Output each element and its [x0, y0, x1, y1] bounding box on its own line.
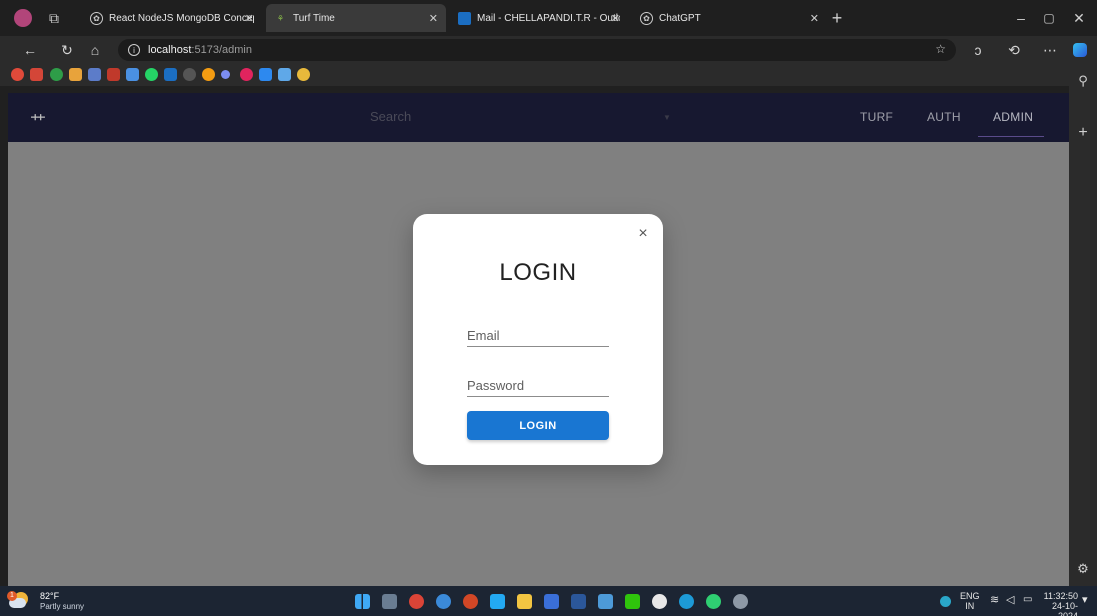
- restore-icon[interactable]: ▢: [1040, 9, 1058, 27]
- gemini-icon[interactable]: [221, 70, 230, 79]
- search-input[interactable]: Search: [370, 109, 411, 124]
- address-input[interactable]: i localhost :5173/admin ☆: [118, 39, 956, 61]
- weather-widget-icon[interactable]: 1: [7, 591, 28, 609]
- task-view-icon[interactable]: [382, 594, 397, 609]
- minimize-icon[interactable]: –: [1012, 9, 1030, 27]
- openai-icon: ✿: [640, 11, 653, 25]
- whatsapp-icon[interactable]: [145, 68, 158, 81]
- favorite-star-icon[interactable]: ☆: [935, 42, 946, 56]
- dreamweaver-icon[interactable]: [625, 594, 640, 609]
- clock[interactable]: 11:32:50 24-10-2024: [1040, 591, 1078, 616]
- nav-auth[interactable]: AUTH: [927, 110, 961, 124]
- site-info-icon[interactable]: i: [128, 44, 140, 56]
- notification-badge: 1: [7, 591, 17, 601]
- refresh-icon[interactable]: ↻: [57, 40, 77, 60]
- close-tab-icon[interactable]: ✕: [810, 12, 819, 25]
- bookmark-icon[interactable]: [88, 68, 101, 81]
- bookmark-icon[interactable]: [259, 68, 272, 81]
- outlook-icon: [458, 11, 471, 25]
- tab-react-nodejs[interactable]: ✿ React NodeJS MongoDB Concept ✕: [82, 4, 262, 32]
- google-icon[interactable]: [11, 68, 24, 81]
- url-path: :5173/admin: [191, 44, 252, 56]
- github-icon[interactable]: [652, 594, 667, 609]
- battery-icon[interactable]: ▭: [1023, 595, 1032, 605]
- add-sidebar-app-icon[interactable]: +: [1076, 124, 1090, 141]
- store-icon[interactable]: [544, 594, 559, 609]
- toi-icon[interactable]: [107, 68, 120, 81]
- dropdown-caret-icon[interactable]: ▼: [663, 113, 671, 122]
- browser-tab-strip: ⧉ ✿ React NodeJS MongoDB Concept ✕ ⚘ Tur…: [0, 0, 1097, 36]
- dialog-title: LOGIN: [499, 259, 577, 286]
- photos-icon[interactable]: [598, 594, 613, 609]
- gmail-icon[interactable]: [30, 68, 43, 81]
- language-indicator[interactable]: ENG IN: [960, 591, 980, 611]
- windows-start-icon[interactable]: [355, 594, 370, 609]
- powerpoint-icon[interactable]: [463, 594, 478, 609]
- bookmark-icon[interactable]: [202, 68, 215, 81]
- wifi-icon[interactable]: ≋: [990, 595, 999, 606]
- infinity-icon[interactable]: [297, 68, 310, 81]
- active-nav-indicator: [978, 136, 1044, 137]
- copilot-app-icon[interactable]: [436, 594, 451, 609]
- url-host: localhost: [148, 44, 192, 56]
- chat-icon[interactable]: [278, 68, 291, 81]
- app-navbar: ⺾ Search ▼ TURF AUTH ADMIN: [8, 93, 1069, 142]
- volume-icon[interactable]: ◁: [1006, 595, 1014, 606]
- settings-gear-icon[interactable]: ⚙: [1076, 561, 1090, 576]
- email-field[interactable]: [467, 325, 609, 347]
- close-tab-icon[interactable]: ✕: [611, 12, 620, 25]
- notifications-icon[interactable]: ▾: [1082, 595, 1088, 606]
- tab-chatgpt[interactable]: ✿ ChatGPT ✕: [632, 4, 827, 32]
- turf-favicon: ⚘: [276, 13, 285, 23]
- login-button[interactable]: LOGIN: [467, 411, 609, 440]
- new-tab-icon[interactable]: +: [828, 8, 846, 28]
- tab-turf-time[interactable]: ⚘ Turf Time ✕: [266, 4, 446, 32]
- edge-sidebar: ⚲ + ⚙: [1069, 73, 1097, 586]
- weather-temperature: 82°F: [40, 591, 60, 601]
- password-field[interactable]: [467, 375, 609, 397]
- vscode-icon[interactable]: [490, 594, 505, 609]
- heart-icon[interactable]: [240, 68, 253, 81]
- close-tab-icon[interactable]: ✕: [429, 12, 438, 25]
- favorites-bar: [0, 64, 1097, 86]
- word-icon[interactable]: [571, 594, 586, 609]
- nav-admin[interactable]: ADMIN: [993, 110, 1033, 124]
- settings-icon[interactable]: [733, 594, 748, 609]
- copilot-sidebar-icon[interactable]: ↄ: [968, 40, 988, 60]
- close-icon[interactable]: ×: [635, 226, 651, 242]
- bookmark-icon[interactable]: [50, 68, 63, 81]
- history-icon[interactable]: ⟲: [1004, 40, 1024, 60]
- login-dialog: × LOGIN LOGIN: [413, 214, 663, 465]
- tab-actions-icon[interactable]: ⧉: [45, 9, 63, 27]
- bookmark-icon[interactable]: [69, 68, 82, 81]
- home-icon[interactable]: ⌂: [85, 40, 105, 60]
- whatsapp-icon[interactable]: [706, 594, 721, 609]
- file-explorer-icon[interactable]: [517, 594, 532, 609]
- logo-icon[interactable]: ⺾: [30, 108, 46, 132]
- copilot-icon[interactable]: [1070, 40, 1090, 60]
- nav-turf[interactable]: TURF: [860, 110, 893, 124]
- network-tray-icon[interactable]: [940, 596, 951, 607]
- edge-icon[interactable]: [679, 594, 694, 609]
- openai-icon: ✿: [90, 11, 103, 25]
- weather-description: Partly sunny: [40, 602, 85, 611]
- window-close-icon[interactable]: ✕: [1070, 9, 1088, 27]
- back-icon[interactable]: ←: [20, 40, 40, 60]
- page-viewport: ⺾ Search ▼ TURF AUTH ADMIN × LOGIN LOGIN: [8, 93, 1069, 586]
- outlook-icon[interactable]: [164, 68, 177, 81]
- bookmark-icon[interactable]: [126, 68, 139, 81]
- profile-avatar-icon[interactable]: [14, 9, 32, 27]
- search-icon[interactable]: ⚲: [1076, 73, 1090, 88]
- bookmark-icon[interactable]: [183, 68, 196, 81]
- tab-outlook-mail[interactable]: Mail - CHELLAPANDI.T.R - Outloo ✕: [450, 4, 628, 32]
- extensions-icon[interactable]: ⋯: [1040, 40, 1060, 60]
- windows-taskbar: 1 82°F Partly sunny ENG IN ≋ ◁ ▭ 11:32:5…: [0, 586, 1097, 616]
- close-tab-icon[interactable]: ✕: [245, 12, 254, 25]
- chrome-icon[interactable]: [409, 594, 424, 609]
- address-toolbar: ← ↻ ⌂ i localhost :5173/admin ☆ ↄ ⟲ ⋯: [0, 36, 1097, 64]
